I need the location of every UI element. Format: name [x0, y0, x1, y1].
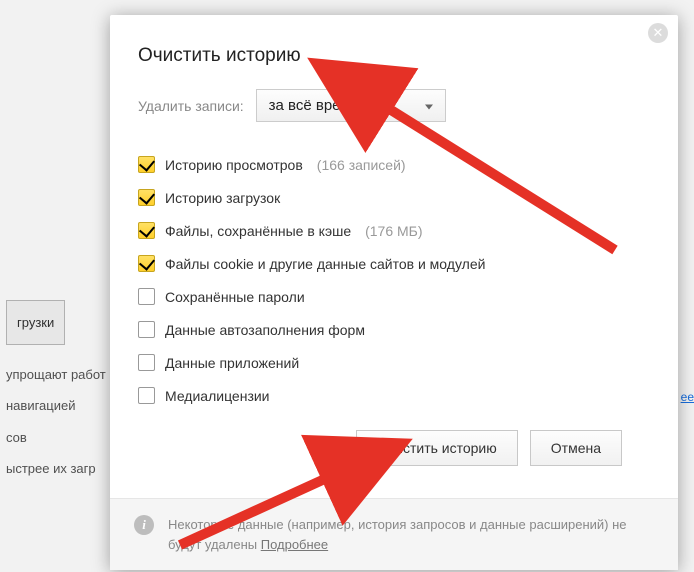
option-meta: (176 МБ) [365, 223, 422, 239]
time-range-label: Удалить записи: [138, 98, 244, 114]
option-label: Сохранённые пароли [165, 289, 305, 305]
option-label: Данные приложений [165, 355, 299, 371]
option-label: Файлы cookie и другие данные сайтов и мо… [165, 256, 485, 272]
checkbox[interactable] [138, 156, 155, 173]
dropdown-value: за всё время [269, 97, 359, 114]
option-row: Медиалицензии [138, 379, 650, 412]
time-range-dropdown[interactable]: за всё время [256, 89, 446, 122]
option-row: Файлы cookie и другие данные сайтов и мо… [138, 247, 650, 280]
close-icon[interactable]: ✕ [648, 23, 668, 43]
option-label: Файлы, сохранённые в кэше [165, 223, 351, 239]
clear-history-button[interactable]: Очистить историю [356, 430, 518, 466]
checkbox[interactable] [138, 222, 155, 239]
checkbox[interactable] [138, 321, 155, 338]
dialog-body: Очистить историю Удалить записи: за всё … [110, 15, 678, 498]
option-row: Данные приложений [138, 346, 650, 379]
time-range-row: Удалить записи: за всё время [138, 89, 650, 122]
option-row: Историю загрузок [138, 181, 650, 214]
option-meta: (166 записей) [317, 157, 406, 173]
footer-more-link[interactable]: Подробнее [261, 537, 328, 552]
clear-history-dialog: ✕ Очистить историю Удалить записи: за вс… [110, 15, 678, 570]
option-row: Историю просмотров (166 записей) [138, 148, 650, 181]
option-row: Данные автозаполнения форм [138, 313, 650, 346]
option-label: Данные автозаполнения форм [165, 322, 365, 338]
dialog-footer: i Некоторые данные (например, история за… [110, 498, 678, 570]
dialog-title: Очистить историю [138, 45, 650, 67]
checkbox[interactable] [138, 189, 155, 206]
dialog-actions: Очистить историю Отмена [138, 430, 650, 484]
option-label: Медиалицензии [165, 388, 270, 404]
info-icon: i [134, 515, 154, 535]
options-list: Историю просмотров (166 записей) Историю з… [138, 148, 650, 412]
option-label: Историю просмотров [165, 157, 303, 173]
checkbox[interactable] [138, 354, 155, 371]
cancel-button[interactable]: Отмена [530, 430, 622, 466]
option-row: Файлы, сохранённые в кэше (176 МБ) [138, 214, 650, 247]
checkbox[interactable] [138, 387, 155, 404]
option-row: Сохранённые пароли [138, 280, 650, 313]
footer-text: Некоторые данные (например, история запр… [168, 515, 654, 554]
checkbox[interactable] [138, 255, 155, 272]
checkbox[interactable] [138, 288, 155, 305]
option-label: Историю загрузок [165, 190, 280, 206]
